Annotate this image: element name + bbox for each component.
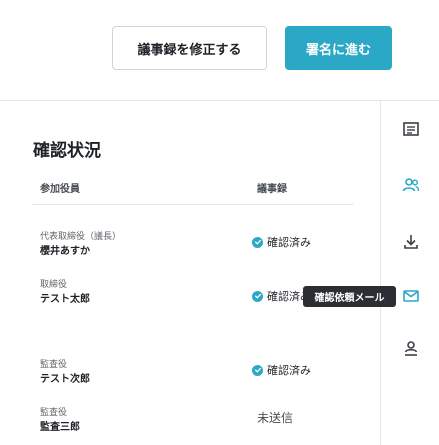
section-title: 確認状況: [33, 141, 101, 161]
status-confirmed: 確認済み: [252, 362, 311, 378]
column-header-member: 参加役員: [40, 184, 80, 195]
status-text: 確認済み: [267, 364, 311, 377]
column-header-minutes: 議事録: [257, 184, 287, 195]
status-text: 確認済み: [267, 236, 311, 249]
notes-icon[interactable]: [401, 120, 421, 140]
member-role: 代表取締役（議長）: [40, 232, 122, 242]
check-circle-icon: [252, 364, 263, 376]
check-circle-icon: [252, 236, 263, 248]
confirmation-panel: 確認状況 参加役員 議事録 代表取締役（議長） 櫻井あすか 確認済み 取締役 テ…: [0, 101, 380, 445]
member-name: テスト次郎: [40, 374, 90, 385]
header-divider: [32, 204, 354, 205]
member-role: 取締役: [40, 280, 68, 290]
member-name: テスト太郎: [40, 294, 90, 305]
user-stamp-icon[interactable]: [401, 339, 421, 359]
table-row: 監査役 テスト次郎 確認済み: [0, 357, 380, 401]
top-bar: 議事録を修正する 署名に進む: [0, 0, 439, 100]
download-icon[interactable]: [401, 232, 421, 252]
people-icon[interactable]: [401, 175, 421, 195]
check-circle-icon: [252, 290, 263, 302]
status-not-sent: 未送信: [257, 411, 294, 425]
proceed-to-sign-button[interactable]: 署名に進む: [285, 26, 392, 70]
mail-icon[interactable]: [401, 286, 421, 306]
member-role: 監査役: [40, 360, 68, 370]
member-role: 監査役: [40, 408, 68, 418]
right-icon-rail: [380, 101, 439, 445]
member-name: 櫻井あすか: [40, 246, 90, 257]
mail-tooltip: 確認依頼メール: [303, 286, 396, 307]
status-confirmed: 確認済み: [252, 234, 311, 250]
member-name: 監査三郎: [40, 422, 80, 433]
table-row: 監査役 監査三郎 未送信: [0, 405, 380, 445]
table-row: 代表取締役（議長） 櫻井あすか 確認済み: [0, 229, 380, 273]
edit-minutes-button[interactable]: 議事録を修正する: [112, 26, 267, 70]
